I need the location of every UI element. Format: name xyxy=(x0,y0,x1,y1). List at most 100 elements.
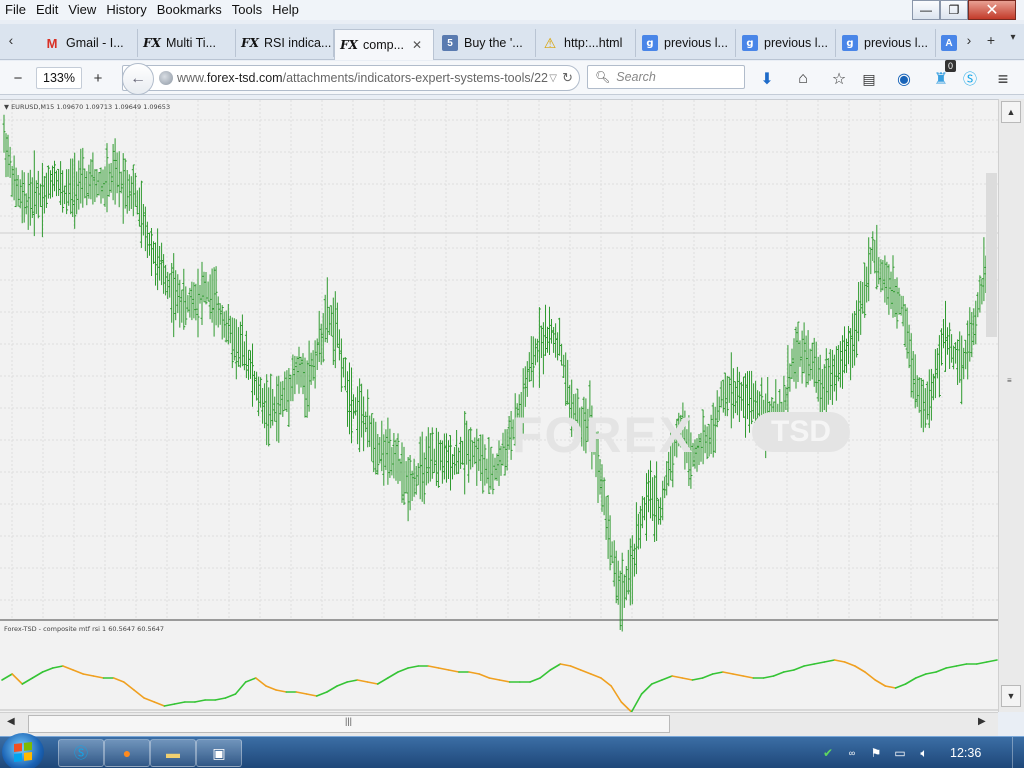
forex-tsd-icon: FX xyxy=(241,36,259,50)
back-arrow-icon[interactable]: ← xyxy=(122,63,154,95)
tab-bar: ‹ M Gmail - I... FX Multi Ti... FX RSI i… xyxy=(0,24,1024,60)
menu-file[interactable]: File xyxy=(0,0,31,20)
tab-http-html[interactable]: ⚠ http:...html xyxy=(536,29,636,57)
tab-previous-3[interactable]: g previous l... xyxy=(836,29,936,57)
overflow-tab-icon: A xyxy=(941,35,957,51)
system-tray: ✔ ∞ ⚑ ▭ 🔈︎ xyxy=(818,737,938,768)
tray-app-icon[interactable]: ∞ xyxy=(842,744,862,762)
folder-icon: ▬ xyxy=(166,745,180,761)
tab-composite-active[interactable]: FX comp... ✕ xyxy=(334,29,434,60)
gmail-icon: M xyxy=(46,35,58,51)
url-path: /attachments/indicators-expert-systems-t… xyxy=(282,71,548,85)
network-icon[interactable]: ▭ xyxy=(890,744,910,762)
menu-hamburger-icon[interactable]: ≡ xyxy=(992,68,1014,90)
chart-watermark: FOREX xyxy=(512,407,695,463)
tab-overflow-partial[interactable]: A xyxy=(938,29,960,57)
skype-icon: Ⓢ xyxy=(74,745,88,761)
tab-label: previous l... xyxy=(764,36,828,50)
tab-close-icon[interactable]: ✕ xyxy=(412,38,422,52)
taskbar-app[interactable]: ▣ xyxy=(196,739,242,767)
url-domain: forex-tsd.com xyxy=(206,71,283,85)
site-five-icon: 5 xyxy=(442,35,458,51)
menu-history[interactable]: History xyxy=(101,0,151,20)
zoom-in-button[interactable]: + xyxy=(86,68,110,88)
show-desktop-button[interactable] xyxy=(1012,737,1024,768)
navigation-toolbar: − 133% + ← www.forex-tsd.com/attachments… xyxy=(0,60,1024,95)
url-text[interactable]: www.forex-tsd.com/attachments/indicators… xyxy=(177,71,548,85)
google-icon: g xyxy=(642,35,658,51)
security-status-icon[interactable]: ✔ xyxy=(818,744,838,762)
tab-multi-timeframe[interactable]: FX Multi Ti... xyxy=(138,29,236,57)
url-bar[interactable]: ← www.forex-tsd.com/attachments/indicato… xyxy=(122,63,580,95)
tab-scroll-left-icon[interactable]: ‹ xyxy=(2,32,20,52)
scroll-right-arrow-icon[interactable]: ▶ xyxy=(978,716,986,727)
new-tab-icon[interactable]: + xyxy=(982,32,1000,52)
tab-label: Gmail - I... xyxy=(66,36,124,50)
tab-scroll-right-icon[interactable]: › xyxy=(960,32,978,52)
zoom-out-button[interactable]: − xyxy=(6,68,30,88)
forex-tsd-icon: FX xyxy=(340,38,358,52)
search-icon: 🔍︎ xyxy=(595,70,611,84)
scroll-down-arrow-icon[interactable]: ▼ xyxy=(1001,685,1021,707)
chart-image-area: FOREX TSD ▼ EURUSD,M15 1.09670 1.09713 1… xyxy=(0,99,998,713)
menu-help[interactable]: Help xyxy=(267,0,304,20)
menu-view[interactable]: View xyxy=(63,0,101,20)
bookmark-star-icon[interactable]: ☆ xyxy=(828,68,850,90)
download-icon[interactable]: ⬇ xyxy=(756,68,778,90)
tab-label: Buy the '... xyxy=(464,36,523,50)
tab-gmail[interactable]: M Gmail - I... xyxy=(38,29,138,57)
vertical-scroll-thumb[interactable] xyxy=(986,173,997,337)
tab-previous-1[interactable]: g previous l... xyxy=(636,29,736,57)
horizontal-scroll-grip-icon: ||| xyxy=(345,716,353,726)
vertical-scroll-grip-icon: ≡ xyxy=(1007,376,1012,385)
windows-taskbar: Ⓢ ● ▬ ▣ ✔ ∞ ⚑ ▭ 🔈︎ 12:36 xyxy=(0,733,1024,768)
url-prefix: www. xyxy=(177,71,207,85)
tab-previous-2[interactable]: g previous l... xyxy=(736,29,836,57)
vertical-scrollbar[interactable]: ▲ ▼ xyxy=(998,99,1024,712)
menu-tools[interactable]: Tools xyxy=(227,0,267,20)
zoom-level-indicator[interactable]: 133% xyxy=(36,67,82,89)
extension-globe-icon[interactable]: ◉ xyxy=(893,68,915,90)
taskbar-skype[interactable]: Ⓢ xyxy=(58,739,104,767)
taskbar-explorer[interactable]: ▬ xyxy=(150,739,196,767)
windows-logo-icon xyxy=(14,742,32,762)
scroll-left-arrow-icon[interactable]: ◀ xyxy=(7,716,15,727)
site-identity-icon[interactable] xyxy=(159,71,173,85)
forex-tsd-icon: FX xyxy=(143,36,161,50)
tab-label: Multi Ti... xyxy=(166,36,217,50)
notification-count-badge: 0 xyxy=(945,60,957,72)
maximize-button[interactable]: ❐ xyxy=(940,0,968,20)
chart-watermark-badge: TSD xyxy=(752,412,850,452)
taskbar-clock[interactable]: 12:36 xyxy=(950,737,981,768)
list-all-tabs-icon[interactable]: ▾ xyxy=(1004,32,1022,52)
chart-symbol-header: ▼ EURUSD,M15 1.09670 1.09713 1.09649 1.0… xyxy=(4,103,171,111)
home-icon[interactable]: ⌂ xyxy=(792,68,814,90)
firefox-window: File Edit View History Bookmarks Tools H… xyxy=(0,0,1024,768)
search-box[interactable]: 🔍︎ Search xyxy=(587,65,745,89)
search-placeholder: Search xyxy=(616,70,656,84)
firefox-icon: ● xyxy=(122,745,132,761)
action-center-flag-icon[interactable]: ⚑ xyxy=(866,744,886,762)
google-icon: g xyxy=(742,35,758,51)
taskbar-firefox[interactable]: ● xyxy=(104,739,150,767)
url-history-dropdown-icon[interactable]: ▽ xyxy=(549,73,557,84)
volume-icon[interactable]: 🔈︎ xyxy=(914,744,934,762)
warning-icon: ⚠ xyxy=(543,34,557,51)
tab-label: previous l... xyxy=(664,36,728,50)
scroll-up-arrow-icon[interactable]: ▲ xyxy=(1001,101,1021,123)
symbol-header-text: EURUSD,M15 1.09670 1.09713 1.09649 1.096… xyxy=(11,103,171,111)
tab-buy-the[interactable]: 5 Buy the '... xyxy=(436,29,536,57)
close-button[interactable]: ✕ xyxy=(968,0,1016,20)
google-icon: g xyxy=(842,35,858,51)
chart-background xyxy=(0,100,998,713)
menu-edit[interactable]: Edit xyxy=(31,0,63,20)
tab-label: previous l... xyxy=(864,36,928,50)
menu-bookmarks[interactable]: Bookmarks xyxy=(152,0,227,20)
skype-icon[interactable]: Ⓢ xyxy=(959,68,981,90)
start-button[interactable] xyxy=(2,733,44,768)
minimize-button[interactable]: — xyxy=(912,0,940,20)
reading-list-icon[interactable]: ▤ xyxy=(858,68,880,90)
tab-rsi-indicator[interactable]: FX RSI indica... xyxy=(236,29,334,57)
horizontal-scrollbar[interactable] xyxy=(0,712,998,736)
reload-icon[interactable]: ↻ xyxy=(562,70,573,86)
